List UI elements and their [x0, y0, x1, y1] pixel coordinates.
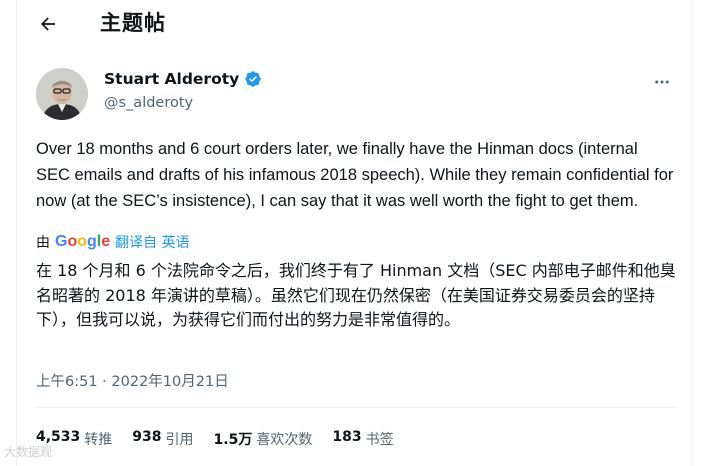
author-handle[interactable]: @s_alderoty: [104, 95, 193, 111]
translate-link[interactable]: 翻译自 英语: [115, 232, 189, 252]
watermark: 大数据观: [4, 445, 53, 459]
header: 主题帖: [0, 0, 712, 46]
more-dots-icon: [655, 80, 669, 84]
engagement-stats: 4,533 转推 938 引用 1.5万 喜欢次数 183 书签: [36, 429, 394, 449]
back-button[interactable]: [34, 10, 62, 38]
page-title: 主题帖: [100, 11, 166, 35]
arrow-left-icon: [41, 17, 56, 31]
tweet-text: Over 18 months and 6 court orders later,…: [36, 140, 674, 210]
translation-attribution: 由 Google 翻译自 英语: [36, 232, 190, 252]
quotes-stat[interactable]: 938 引用: [132, 429, 193, 449]
translated-text: 在 18 个月和 6 个法院命令之后，我们终于有了 Hinman 文档（SEC …: [36, 261, 676, 329]
bookmarks-stat[interactable]: 183 书签: [332, 429, 393, 449]
divider: [36, 407, 676, 408]
author-name[interactable]: Stuart Alderoty: [104, 70, 262, 88]
by-label: 由: [36, 235, 50, 251]
avatar-image: [36, 68, 88, 120]
avatar[interactable]: [36, 68, 88, 120]
timestamp[interactable]: 上午6:51 · 2022年10月21日: [36, 370, 229, 391]
more-options-button[interactable]: [650, 70, 674, 94]
likes-stat[interactable]: 1.5万 喜欢次数: [214, 429, 313, 449]
verified-badge-icon: [244, 70, 262, 88]
google-logo: Google: [55, 233, 111, 250]
